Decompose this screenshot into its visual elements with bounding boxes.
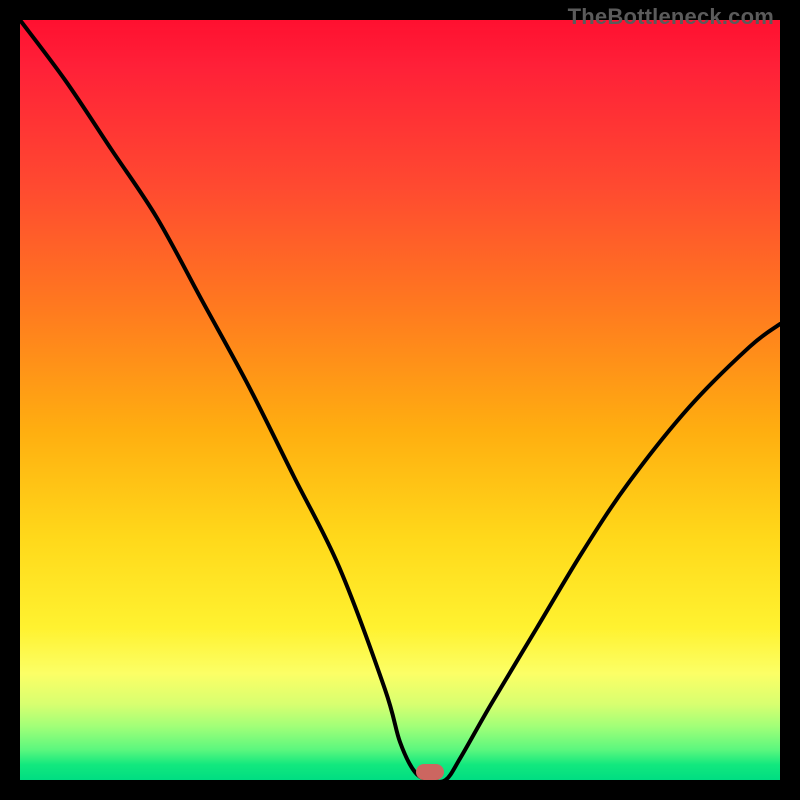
- chart-frame: TheBottleneck.com: [0, 0, 800, 800]
- bottleneck-curve: [20, 20, 780, 780]
- plot-area: [20, 20, 780, 780]
- optimal-marker: [416, 764, 444, 780]
